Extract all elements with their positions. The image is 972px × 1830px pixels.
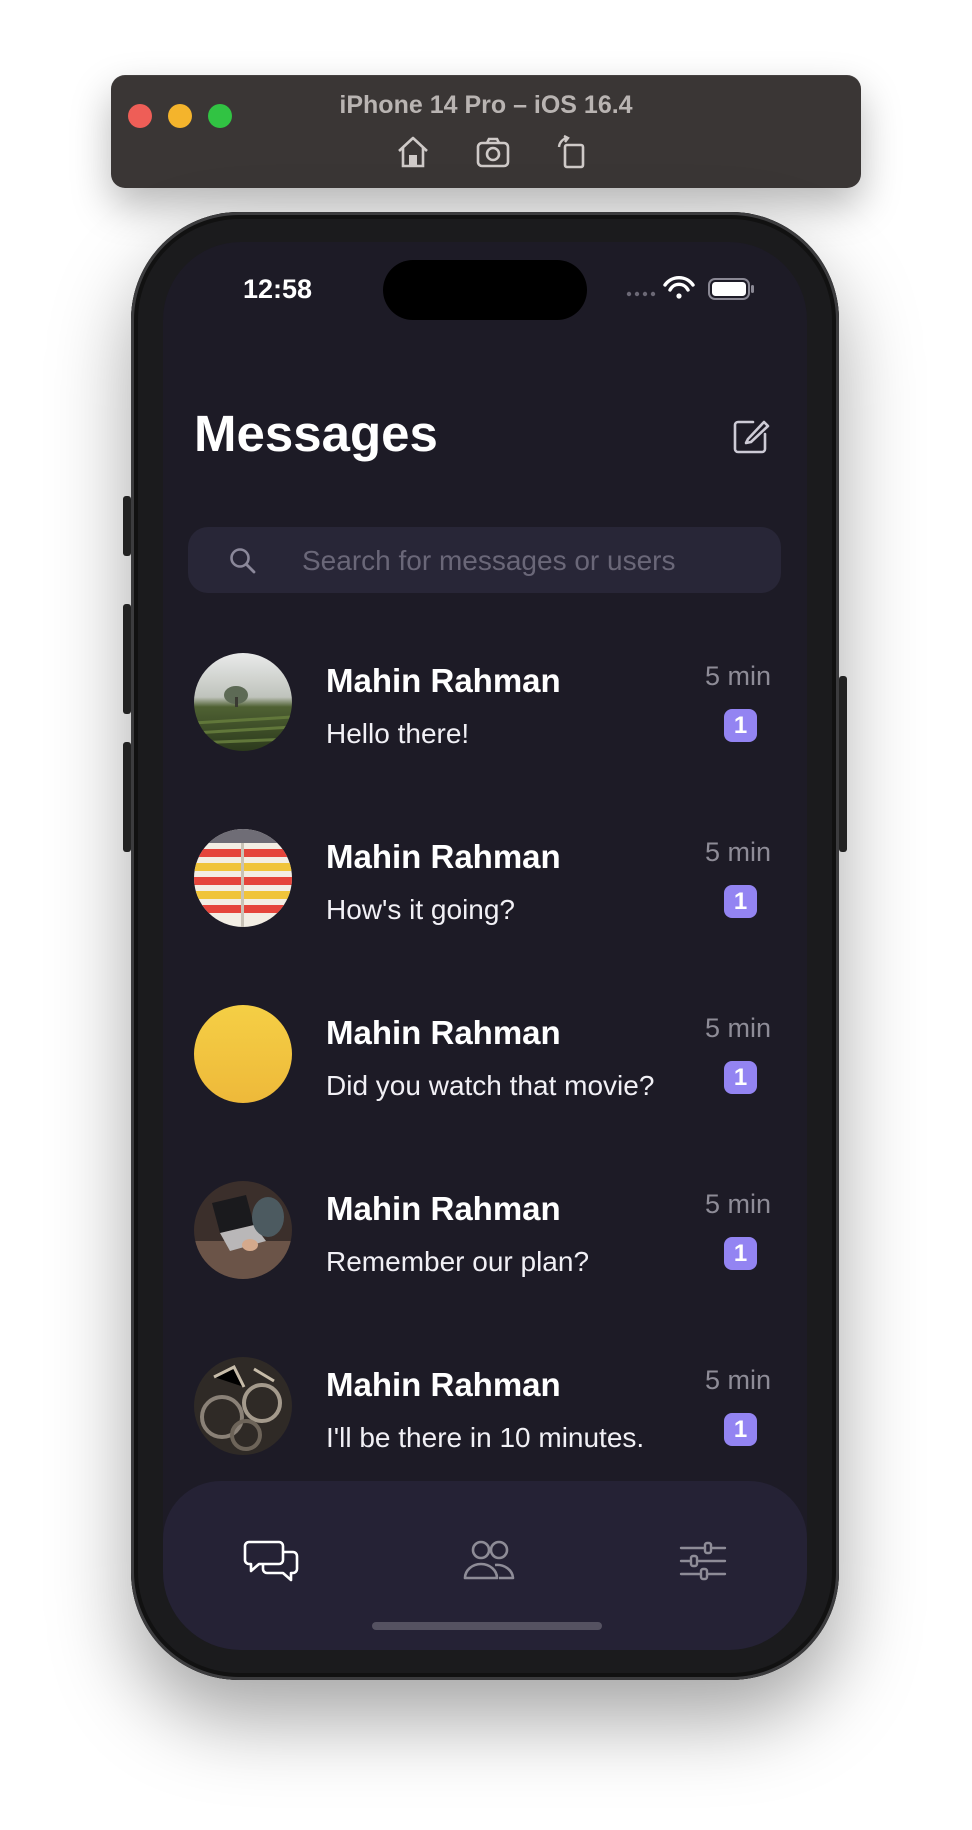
search-input[interactable]: [300, 527, 754, 595]
conversation-row[interactable]: Mahin Rahman Did you watch that movie? 5…: [163, 989, 807, 1165]
mute-switch: [123, 496, 131, 556]
page-title: Messages: [194, 405, 438, 462]
message-time: 5 min: [704, 837, 771, 867]
message-preview: How's it going?: [326, 894, 515, 925]
search-icon: [228, 546, 258, 576]
unread-badge: 1: [724, 1061, 757, 1094]
avatar: [194, 1005, 292, 1103]
iphone-device-frame: 12:58 Messages Search for messages or us…: [123, 212, 847, 1680]
cellular-icon: [626, 291, 656, 297]
conversation-list: Mahin Rahman Hello there! 5 min 1 Mahin …: [163, 637, 807, 1517]
screenshot-icon[interactable]: [473, 133, 513, 171]
conversation-row[interactable]: Mahin Rahman Remember our plan? 5 min 1: [163, 1165, 807, 1341]
battery-icon: [708, 278, 754, 300]
status-icons: [625, 274, 755, 304]
message-time: 5 min: [704, 1189, 771, 1219]
avatar: [194, 653, 292, 751]
volume-up-button: [123, 604, 131, 714]
home-icon[interactable]: [393, 133, 433, 171]
message-preview: Did you watch that movie?: [326, 1070, 655, 1101]
unread-badge: 1: [724, 1237, 757, 1270]
message-preview: Hello there!: [326, 718, 470, 749]
message-preview: I'll be there in 10 minutes.: [326, 1422, 645, 1453]
chat-icon: [243, 1540, 299, 1582]
tab-contacts[interactable]: [459, 1536, 519, 1586]
volume-down-button: [123, 742, 131, 852]
avatar: [194, 829, 292, 927]
contact-name: Mahin Rahman: [326, 1366, 561, 1403]
settings-sliders-icon: [679, 1541, 727, 1581]
message-time: 5 min: [704, 1013, 771, 1043]
simulator-title-bar: iPhone 14 Pro – iOS 16.4: [111, 75, 861, 188]
dynamic-island: [383, 260, 587, 320]
wifi-icon: [663, 275, 695, 299]
contact-name: Mahin Rahman: [326, 1014, 561, 1051]
avatar: [194, 1357, 292, 1455]
simulator-title: iPhone 14 Pro – iOS 16.4: [339, 91, 633, 119]
compose-icon[interactable]: [731, 416, 771, 456]
contact-name: Mahin Rahman: [326, 662, 561, 699]
tab-messages[interactable]: [243, 1536, 303, 1586]
people-icon: [463, 1540, 515, 1580]
message-time: 5 min: [704, 1365, 771, 1395]
rotate-icon[interactable]: [551, 133, 591, 171]
power-button: [839, 676, 847, 852]
unread-badge: 1: [724, 709, 757, 742]
simulator-toolbar: [111, 133, 861, 171]
conversation-row[interactable]: Mahin Rahman How's it going? 5 min 1: [163, 813, 807, 989]
contact-name: Mahin Rahman: [326, 838, 561, 875]
tab-settings[interactable]: [673, 1536, 733, 1586]
search-bar[interactable]: [188, 527, 781, 595]
contact-name: Mahin Rahman: [326, 1190, 561, 1227]
home-indicator[interactable]: [372, 1622, 602, 1630]
unread-badge: 1: [724, 885, 757, 918]
status-time: 12:58: [243, 274, 313, 304]
unread-badge: 1: [724, 1413, 757, 1446]
avatar: [194, 1181, 292, 1279]
message-time: 5 min: [704, 661, 771, 691]
conversation-row[interactable]: Mahin Rahman Hello there! 5 min 1: [163, 637, 807, 813]
message-preview: Remember our plan?: [326, 1246, 590, 1277]
app-screen: 12:58 Messages Search for messages or us…: [163, 242, 807, 1650]
